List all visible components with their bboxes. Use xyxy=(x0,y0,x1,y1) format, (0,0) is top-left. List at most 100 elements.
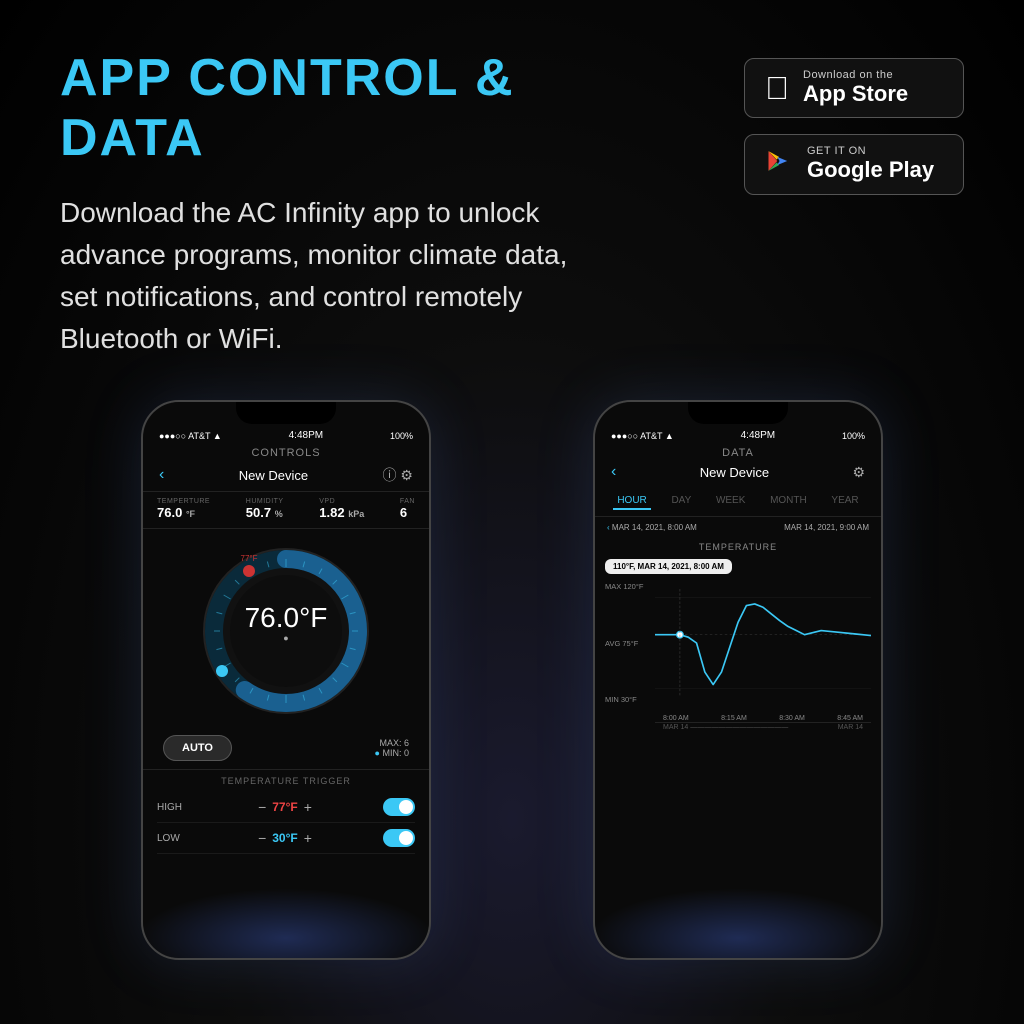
trigger-high-value: 77°F xyxy=(272,800,297,814)
chart-tooltip: 110°F, MAR 14, 2021, 8:00 AM xyxy=(605,559,732,574)
trigger-high-row: HIGH − 77°F + xyxy=(157,792,415,823)
page-wrapper: APP CONTROL & DATA Download the AC Infin… xyxy=(0,0,1024,1024)
store-buttons:  Download on the App Store xyxy=(744,48,964,195)
settings-icon-right[interactable]: ⚙ xyxy=(852,464,865,481)
google-play-button[interactable]: GET IT ON Google Play xyxy=(744,134,964,194)
trigger-low-minus[interactable]: − xyxy=(258,830,266,846)
text-section: APP CONTROL & DATA Download the AC Infin… xyxy=(60,48,600,360)
x-label-3: 8:30 AM xyxy=(779,715,805,722)
controls-title: CONTROLS xyxy=(143,447,429,459)
dial-container: 77°F 76.0°F ● xyxy=(143,529,429,729)
chart-max-label: MAX 120°F xyxy=(605,582,643,591)
trigger-low-label: LOW xyxy=(157,833,187,844)
tab-year[interactable]: YEAR xyxy=(827,493,862,510)
temperature-dial[interactable]: 77°F 76.0°F ● xyxy=(196,541,376,721)
humidity-label: HUMIDITY xyxy=(246,498,284,505)
svg-text:●: ● xyxy=(283,633,288,643)
page-title: APP CONTROL & DATA xyxy=(60,48,600,168)
temp-unit: °F xyxy=(186,509,195,519)
x-axis-labels: 8:00 AM 8:15 AM 8:30 AM 8:45 AM xyxy=(655,713,871,722)
chart-wrapper: MAX 120°F AVG 75°F MIN 30°F xyxy=(605,578,871,713)
trigger-high-label: HIGH xyxy=(157,802,187,813)
controls-nav: ‹ New Device ⓘ ⚙ xyxy=(143,465,429,491)
svg-text:77°F: 77°F xyxy=(241,554,258,563)
trigger-low-plus[interactable]: + xyxy=(304,830,312,846)
apple-icon:  xyxy=(765,70,789,107)
chart-svg xyxy=(655,578,871,708)
phone-data: ●●●○○ AT&T ▲ 4:48PM 100% DATA ‹ New Devi… xyxy=(593,400,883,960)
vpd-value: 1.82 kPa xyxy=(319,505,364,520)
tab-month[interactable]: MONTH xyxy=(766,493,811,510)
trigger-high-plus[interactable]: + xyxy=(304,799,312,815)
time-left: 4:48PM xyxy=(289,430,323,441)
phone-notch-left xyxy=(236,402,336,424)
date-range: ‹ MAR 14, 2021, 8:00 AM MAR 14, 2021, 9:… xyxy=(595,517,881,538)
trigger-low-control: − 30°F + xyxy=(258,830,312,846)
date-range-start: ‹ MAR 14, 2021, 8:00 AM xyxy=(607,523,697,532)
time-tabs: HOUR DAY WEEK MONTH YEAR xyxy=(595,487,881,517)
sensor-fan: FAN 6 xyxy=(400,498,415,520)
phone-screen-left: ●●●○○ AT&T ▲ 4:48PM 100% CONTROLS ‹ New … xyxy=(143,402,429,958)
chart-title: TEMPERATURE xyxy=(605,542,871,552)
chart-avg-label: AVG 75°F xyxy=(605,639,643,648)
trigger-low-value: 30°F xyxy=(272,831,297,845)
carrier-left: ●●●○○ AT&T ▲ xyxy=(159,431,222,441)
trigger-section: TEMPERATURE TRIGGER HIGH − 77°F + LOW xyxy=(143,769,429,854)
back-arrow-left[interactable]: ‹ xyxy=(159,466,164,484)
nav-icons-left: ⓘ ⚙ xyxy=(383,465,413,485)
trigger-title: TEMPERATURE TRIGGER xyxy=(157,776,415,786)
sensor-vpd: VPD 1.82 kPa xyxy=(319,498,364,520)
app-store-text: Download on the App Store xyxy=(803,69,908,107)
tab-week[interactable]: WEEK xyxy=(712,493,749,510)
date-labels: MAR 14 —————————————— MAR 14 xyxy=(655,722,871,731)
sensor-row: TEMPERTURE 76.0 °F HUMIDITY 50.7 % xyxy=(143,491,429,529)
app-store-button[interactable]:  Download on the App Store xyxy=(744,58,964,118)
x-label-2: 8:15 AM xyxy=(721,715,747,722)
toggle-high[interactable] xyxy=(383,798,415,816)
max-min-display: MAX: 6 ● MIN: 0 xyxy=(375,738,409,758)
humidity-value: 50.7 % xyxy=(246,505,284,520)
google-play-icon xyxy=(765,146,793,183)
temp-value: 76.0 °F xyxy=(157,505,210,520)
data-device-name: New Device xyxy=(700,465,769,480)
auto-button[interactable]: AUTO xyxy=(163,735,232,761)
time-right: 4:48PM xyxy=(741,430,775,441)
phone-controls: ●●●○○ AT&T ▲ 4:48PM 100% CONTROLS ‹ New … xyxy=(141,400,431,960)
controls-bottom-row: AUTO MAX: 6 ● MIN: 0 xyxy=(143,729,429,769)
temp-label: TEMPERTURE xyxy=(157,498,210,505)
google-play-name: Google Play xyxy=(807,157,934,183)
phone-notch-right xyxy=(688,402,788,424)
device-name-left: New Device xyxy=(239,468,308,483)
back-arrow-right[interactable]: ‹ xyxy=(611,463,616,481)
controls-header: CONTROLS xyxy=(143,445,429,465)
humidity-unit: % xyxy=(275,509,283,519)
svg-text:76.0°F: 76.0°F xyxy=(245,602,328,633)
battery-right: 100% xyxy=(842,431,865,441)
data-header: DATA xyxy=(595,445,881,463)
description-text: Download the AC Infinity app to unlock a… xyxy=(60,192,600,360)
carrier-right: ●●●○○ AT&T ▲ xyxy=(611,431,674,441)
data-screen-title: DATA xyxy=(595,447,881,459)
trigger-low-row: LOW − 30°F + xyxy=(157,823,415,854)
min-label: ● MIN: 0 xyxy=(375,748,409,758)
date-label-start: MAR 14 —————————————— xyxy=(663,724,788,731)
data-nav: ‹ New Device ⚙ xyxy=(595,463,881,487)
toggle-low[interactable] xyxy=(383,829,415,847)
google-play-subtitle: GET IT ON xyxy=(807,145,934,157)
phones-section: ●●●○○ AT&T ▲ 4:48PM 100% CONTROLS ‹ New … xyxy=(60,400,964,960)
battery-left: 100% xyxy=(390,431,413,441)
tab-day[interactable]: DAY xyxy=(667,493,695,510)
vpd-unit: kPa xyxy=(348,509,364,519)
tab-hour[interactable]: HOUR xyxy=(613,493,650,510)
chart-area: TEMPERATURE 110°F, MAR 14, 2021, 8:00 AM… xyxy=(595,538,881,958)
top-section: APP CONTROL & DATA Download the AC Infin… xyxy=(60,48,964,360)
x-label-1: 8:00 AM xyxy=(663,715,689,722)
trigger-high-minus[interactable]: − xyxy=(258,799,266,815)
max-label: MAX: 6 xyxy=(375,738,409,748)
fan-label: FAN xyxy=(400,498,415,505)
x-label-4: 8:45 AM xyxy=(837,715,863,722)
sensor-temperature: TEMPERTURE 76.0 °F xyxy=(157,498,210,520)
chart-min-label: MIN 30°F xyxy=(605,695,643,704)
fan-value: 6 xyxy=(400,505,415,520)
vpd-label: VPD xyxy=(319,498,364,505)
